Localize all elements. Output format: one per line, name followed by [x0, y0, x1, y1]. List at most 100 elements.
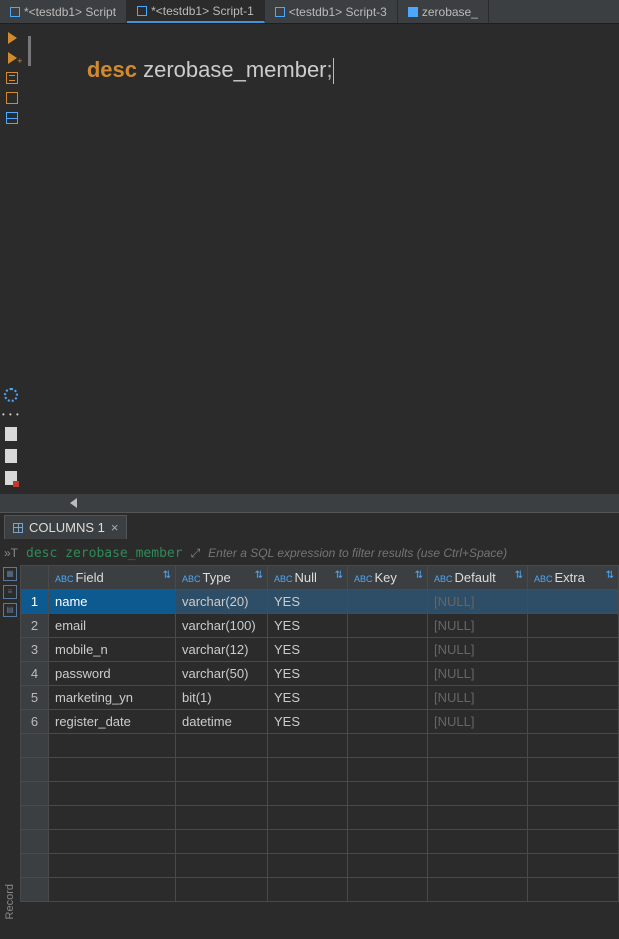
cell-default[interactable]: [NULL] [428, 590, 528, 614]
filter-input[interactable] [208, 546, 615, 560]
grid-mode-icon[interactable]: ▦ [3, 567, 17, 581]
cell-key[interactable] [348, 686, 428, 710]
col-default[interactable]: ABCDefault⇅ [428, 566, 528, 590]
tab-script-3[interactable]: <testdb1> Script-3 [265, 0, 398, 23]
col-key[interactable]: ABCKey⇅ [348, 566, 428, 590]
table-row[interactable]: 1namevarchar(20)YES [NULL] [21, 590, 619, 614]
sort-icon[interactable]: ⇅ [163, 570, 171, 581]
corner-cell[interactable] [21, 566, 49, 590]
cell-key[interactable] [348, 590, 428, 614]
scroll-left-icon[interactable] [70, 498, 77, 508]
text-mode-icon[interactable]: ≡ [3, 585, 17, 599]
cell-extra[interactable] [528, 662, 619, 686]
cell-field[interactable]: name [49, 590, 176, 614]
cell-field[interactable]: mobile_n [49, 638, 176, 662]
page-error-icon[interactable] [5, 471, 17, 485]
cell-null[interactable]: YES [268, 590, 348, 614]
tab-zerobase[interactable]: zerobase_ [398, 0, 489, 23]
table-row-empty [21, 806, 619, 830]
row-number[interactable]: 1 [21, 590, 49, 614]
tab-script[interactable]: *<testdb1> Script [0, 0, 127, 23]
sql-editor[interactable]: desc zerobase_member; [24, 24, 619, 494]
run-new-icon[interactable] [8, 52, 17, 64]
page-icon[interactable] [5, 427, 17, 441]
row-number[interactable]: 6 [21, 710, 49, 734]
cell-default[interactable]: [NULL] [428, 710, 528, 734]
table-row[interactable]: 5marketing_ynbit(1)YES [NULL] [21, 686, 619, 710]
cell-field[interactable]: marketing_yn [49, 686, 176, 710]
cell-type[interactable]: varchar(50) [176, 662, 268, 686]
table-row[interactable]: 4passwordvarchar(50)YES [NULL] [21, 662, 619, 686]
cell-type[interactable]: varchar(100) [176, 614, 268, 638]
cell-extra[interactable] [528, 614, 619, 638]
cell-key[interactable] [348, 710, 428, 734]
table-row[interactable]: 6register_datedatetimeYES [NULL] [21, 710, 619, 734]
cell-type[interactable]: datetime [176, 710, 268, 734]
cell-extra[interactable] [528, 638, 619, 662]
sql-file-icon [10, 7, 20, 17]
editor-hscroll[interactable] [0, 494, 619, 512]
sql-file-icon [275, 7, 285, 17]
cell-type[interactable]: varchar(20) [176, 590, 268, 614]
cell-key[interactable] [348, 638, 428, 662]
col-label: Field [76, 570, 104, 585]
cell-extra[interactable] [528, 590, 619, 614]
cell-null[interactable]: YES [268, 638, 348, 662]
cell-default[interactable]: [NULL] [428, 686, 528, 710]
row-number[interactable]: 5 [21, 686, 49, 710]
run-icon[interactable] [8, 32, 17, 44]
result-grid[interactable]: ABCField⇅ ABCType⇅ ABCNull⇅ ABCKey⇅ ABCD… [20, 565, 619, 939]
table-row[interactable]: 2emailvarchar(100)YES [NULL] [21, 614, 619, 638]
page-icon[interactable] [5, 449, 17, 463]
cards-mode-icon[interactable]: ▤ [3, 603, 17, 617]
col-type[interactable]: ABCType⇅ [176, 566, 268, 590]
header-row: ABCField⇅ ABCType⇅ ABCNull⇅ ABCKey⇅ ABCD… [21, 566, 619, 590]
col-extra[interactable]: ABCExtra⇅ [528, 566, 619, 590]
explain-icon[interactable] [6, 92, 18, 104]
expand-icon[interactable]: ⤢ [191, 546, 201, 561]
cell-field[interactable]: password [49, 662, 176, 686]
close-icon[interactable]: × [111, 520, 119, 535]
row-number[interactable]: 4 [21, 662, 49, 686]
cell-null[interactable]: YES [268, 686, 348, 710]
table-row[interactable]: 3mobile_nvarchar(12)YES [NULL] [21, 638, 619, 662]
sql-file-icon [137, 6, 147, 16]
plan-icon[interactable] [6, 112, 18, 124]
script-icon[interactable] [6, 72, 18, 84]
table-row-empty [21, 854, 619, 878]
col-field[interactable]: ABCField⇅ [49, 566, 176, 590]
type-badge-icon: ABC [354, 574, 373, 584]
cell-null[interactable]: YES [268, 710, 348, 734]
col-null[interactable]: ABCNull⇅ [268, 566, 348, 590]
table-row-empty [21, 758, 619, 782]
cell-field[interactable]: register_date [49, 710, 176, 734]
cell-extra[interactable] [528, 686, 619, 710]
sort-icon[interactable]: ⇅ [515, 570, 523, 581]
tab-script-1[interactable]: *<testdb1> Script-1 [127, 0, 265, 23]
cell-default[interactable]: [NULL] [428, 638, 528, 662]
text-cursor-icon: »T [4, 546, 18, 560]
cell-field[interactable]: email [49, 614, 176, 638]
results-tab-columns[interactable]: COLUMNS 1 × [4, 515, 127, 539]
cell-default[interactable]: [NULL] [428, 614, 528, 638]
cell-extra[interactable] [528, 710, 619, 734]
sort-icon[interactable]: ⇅ [606, 570, 614, 581]
tab-label: *<testdb1> Script-1 [151, 4, 254, 18]
cell-key[interactable] [348, 614, 428, 638]
cell-key[interactable] [348, 662, 428, 686]
col-label: Null [295, 570, 317, 585]
sort-icon[interactable]: ⇅ [415, 570, 423, 581]
cell-type[interactable]: bit(1) [176, 686, 268, 710]
cell-null[interactable]: YES [268, 614, 348, 638]
cell-type[interactable]: varchar(12) [176, 638, 268, 662]
cell-default[interactable]: [NULL] [428, 662, 528, 686]
tab-label: zerobase_ [422, 5, 478, 19]
row-number[interactable]: 2 [21, 614, 49, 638]
row-number[interactable]: 3 [21, 638, 49, 662]
cell-null[interactable]: YES [268, 662, 348, 686]
gear-icon[interactable] [4, 388, 18, 402]
table-row-empty [21, 830, 619, 854]
table-body: 1namevarchar(20)YES[NULL] 2emailvarchar(… [21, 590, 619, 902]
sort-icon[interactable]: ⇅ [335, 570, 343, 581]
sort-icon[interactable]: ⇅ [255, 570, 263, 581]
